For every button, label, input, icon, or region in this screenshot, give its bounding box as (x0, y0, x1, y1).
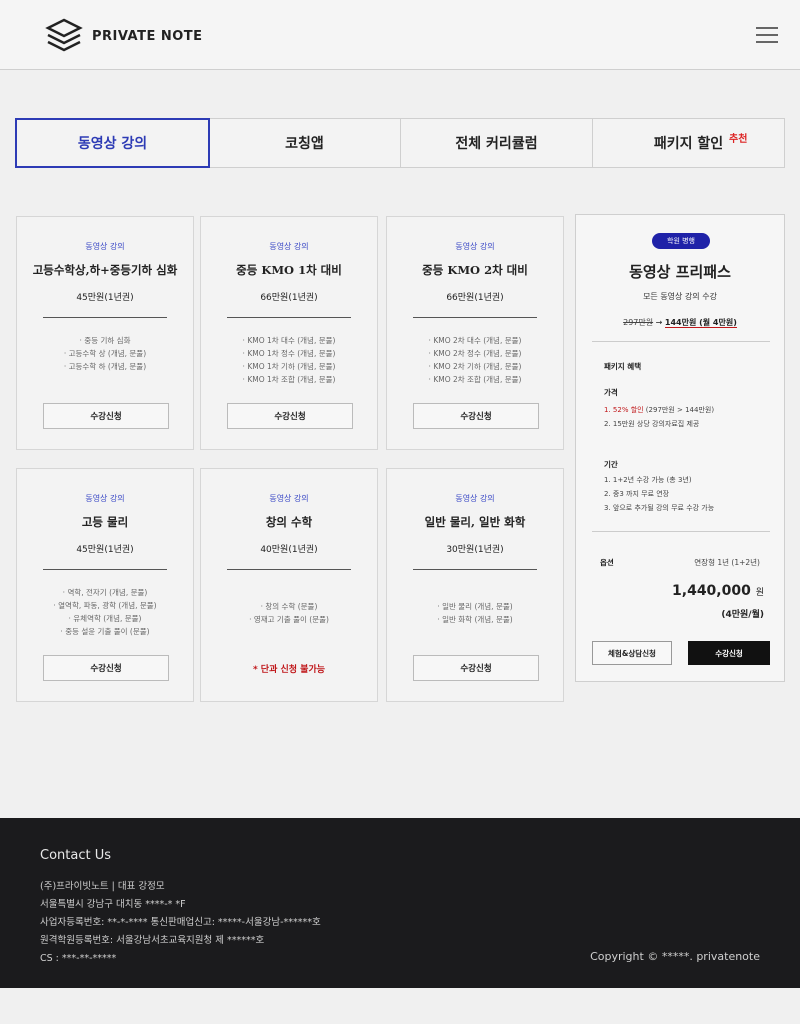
enroll-button[interactable]: 수강신청 (413, 403, 539, 429)
course-price: 30만원(1년권) (446, 545, 504, 555)
trial-consult-button[interactable]: 체험&상담신청 (592, 641, 672, 665)
divider (43, 317, 167, 318)
course-topics: · KMO 2차 대수 (개념, 문풀) · KMO 2차 정수 (개념, 문풀… (428, 336, 522, 384)
price-heading: 가격 (604, 388, 618, 397)
category-tabs: 동영상 강의 코칭앱 전체 커리큘럼 패키지 할인 추천 (15, 118, 785, 168)
freepass-panel: 학원 병행 동영상 프리패스 모든 동영상 강의 수강 297만원 → 144만… (575, 214, 785, 682)
period-details: 1. 1+2년 수강 가능 (총 3년) 2. 중3 까지 무료 연장 3. 앞… (604, 476, 715, 512)
course-card: 동영상 강의 창의 수학 40만원(1년권) · 창의 수학 (문풀) · 영재… (200, 468, 378, 702)
course-title: 중등 KMO 2차 대비 (422, 263, 528, 277)
site-header: PRIVATE NOTE (0, 0, 800, 70)
stack-logo-icon (45, 18, 83, 52)
course-category: 동영상 강의 (269, 494, 309, 503)
course-card: 동영상 강의 중등 KMO 2차 대비 66만원(1년권) · KMO 2차 대… (386, 216, 564, 450)
course-title: 일반 물리, 일반 화학 (424, 515, 526, 529)
course-title: 고등수학상,하+중등기하 심화 (32, 263, 178, 277)
course-card: 동영상 강의 고등수학상,하+중등기하 심화 45만원(1년권) · 중등 기하… (16, 216, 194, 450)
benefit-heading: 패키지 혜택 (604, 362, 642, 371)
course-title: 중등 KMO 1차 대비 (236, 263, 342, 277)
divider (413, 569, 537, 570)
contact-heading: Contact Us (40, 848, 111, 863)
recommend-badge: 추천 (729, 134, 748, 145)
enroll-button[interactable]: 수강신청 (413, 655, 539, 681)
tab-package-discount[interactable]: 패키지 할인 추천 (593, 119, 784, 167)
course-price: 45만원(1년권) (76, 545, 134, 555)
logo-text: PRIVATE NOTE (92, 28, 203, 44)
divider (43, 569, 167, 570)
course-price: 66만원(1년권) (260, 293, 318, 303)
tab-coaching-app[interactable]: 코칭앱 (209, 119, 401, 167)
hamburger-menu-icon[interactable] (752, 20, 782, 50)
panel-subtitle: 모든 동영상 강의 수강 (643, 292, 717, 301)
academy-combined-pill: 학원 병행 (652, 233, 710, 249)
course-card: 동영상 강의 중등 KMO 1차 대비 66만원(1년권) · KMO 1차 대… (200, 216, 378, 450)
monthly-price: (4만원/월) (721, 610, 764, 620)
course-price: 45만원(1년권) (76, 293, 134, 303)
enroll-button[interactable]: 수강신청 (227, 403, 353, 429)
period-heading: 기간 (604, 460, 618, 469)
course-category: 동영상 강의 (455, 494, 495, 503)
divider (413, 317, 537, 318)
apply-button[interactable]: 수강신청 (688, 641, 770, 665)
page-bottom (0, 988, 800, 1024)
panel-price: 297만원 → 144만원 (월 4만원) (623, 318, 737, 328)
unavailable-notice: * 단과 신청 불가능 (252, 665, 326, 675)
course-topics: · 역학, 전자기 (개념, 문풀) · 열역학, 파동, 광학 (개념, 문풀… (53, 588, 157, 636)
total-price: 1,440,000 원 (672, 583, 764, 599)
course-topics: · 중등 기하 심화 · 고등수학 상 (개념, 문풀) · 고등수학 하 (개… (63, 336, 147, 371)
option-label: 옵션 (600, 558, 614, 567)
logo[interactable]: PRIVATE NOTE (44, 16, 203, 56)
course-title: 고등 물리 (81, 515, 129, 529)
divider (592, 531, 770, 532)
tab-video-lectures[interactable]: 동영상 강의 (15, 118, 210, 168)
site-footer: Contact Us (주)프라이빗노트 | 대표 강정모 서울특별시 강남구 … (0, 818, 800, 988)
tab-full-curriculum[interactable]: 전체 커리큘럼 (401, 119, 593, 167)
enroll-button[interactable]: 수강신청 (43, 655, 169, 681)
divider (227, 569, 351, 570)
panel-title: 동영상 프리패스 (629, 263, 731, 281)
course-topics: · 일반 물리 (개념, 문풀) · 일반 화학 (개념, 문풀) (437, 602, 513, 624)
copyright: Copyright © *****. privatenote (590, 950, 760, 963)
company-info: (주)프라이빗노트 | 대표 강정모 서울특별시 강남구 대치동 ****-* … (40, 881, 321, 964)
course-card: 동영상 강의 일반 물리, 일반 화학 30만원(1년권) · 일반 물리 (개… (386, 468, 564, 702)
course-topics: · KMO 1차 대수 (개념, 문풀) · KMO 1차 정수 (개념, 문풀… (242, 336, 336, 384)
course-title: 창의 수학 (265, 515, 313, 529)
price-details: 1. 52% 할인 (297만원 > 144만원) 2. 15만원 상당 강의자… (604, 406, 715, 428)
course-card: 동영상 강의 고등 물리 45만원(1년권) · 역학, 전자기 (개념, 문풀… (16, 468, 194, 702)
course-topics: · 창의 수학 (문풀) · 영재고 기출 풀이 (문풀) (249, 602, 329, 624)
course-price: 40만원(1년권) (260, 545, 318, 555)
divider (592, 341, 770, 342)
course-category: 동영상 강의 (269, 242, 309, 251)
divider (227, 317, 351, 318)
course-price: 66만원(1년권) (446, 293, 504, 303)
enroll-button[interactable]: 수강신청 (43, 403, 169, 429)
option-select[interactable]: 연장형 1년 (1+2년) (694, 557, 760, 568)
course-category: 동영상 강의 (85, 242, 125, 251)
course-category: 동영상 강의 (455, 242, 495, 251)
course-category: 동영상 강의 (85, 494, 125, 503)
